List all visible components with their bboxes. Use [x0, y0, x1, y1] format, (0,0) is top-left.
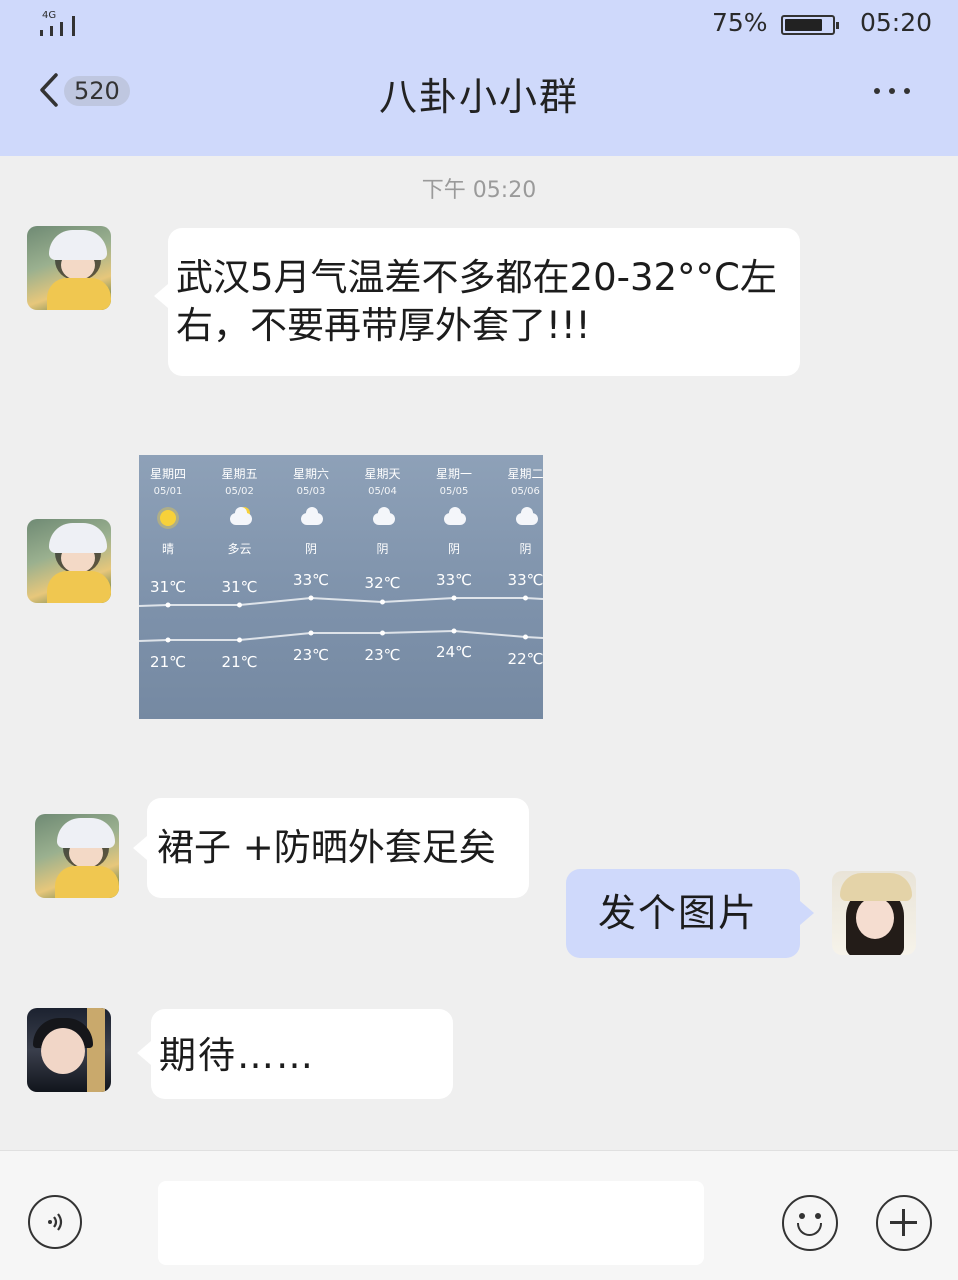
forecast-condition: 阴	[519, 542, 532, 556]
avatar[interactable]	[27, 1008, 111, 1092]
chat-title: 八卦小小群	[378, 75, 579, 119]
forecast-low-temp: 23℃	[364, 646, 401, 664]
header: 4G 75% 05:20 520 八卦小小群	[0, 0, 958, 156]
forecast-condition: 阴	[304, 542, 317, 556]
forecast-date: 05/01	[153, 486, 183, 497]
add-button[interactable]	[876, 1195, 932, 1251]
my-avatar[interactable]	[832, 871, 916, 955]
forecast-low-temp: 24℃	[436, 643, 472, 661]
forecast-weekday: 星期六	[292, 467, 329, 481]
forecast-condition: 晴	[161, 542, 174, 556]
message-timestamp: 下午 05:20	[421, 178, 537, 203]
forecast-weekday: 星期一	[435, 467, 472, 481]
forecast-date: 05/05	[439, 486, 469, 497]
battery-percent: 75%	[712, 8, 768, 37]
high-temp-line-point	[237, 602, 242, 608]
message-bubble[interactable]: 武汉5月气温差不多都在20-32°°C左右，不要再带厚外套了!!!	[154, 228, 800, 376]
low-temp-line-point	[523, 634, 528, 640]
message-bubble[interactable]: 裙子 +防晒外套足矣	[133, 798, 529, 898]
high-temp-line-point	[523, 595, 528, 601]
forecast-weekday: 星期五	[221, 467, 258, 481]
forecast-low-temp: 23℃	[293, 646, 329, 664]
more-options-button[interactable]	[870, 74, 914, 104]
forecast-weekday: 星期四	[149, 467, 186, 481]
low-temp-line-point	[380, 630, 385, 636]
high-temp-line-point	[380, 599, 385, 605]
forecast-high-temp: 33℃	[507, 571, 543, 589]
high-temp-line-point	[308, 595, 314, 601]
forecast-low-temp: 21℃	[150, 653, 186, 671]
cloud-icon	[299, 507, 323, 527]
emoji-button[interactable]	[782, 1195, 838, 1251]
forecast-date: 05/02	[225, 486, 254, 497]
forecast-high-temp: 33℃	[293, 571, 329, 589]
forecast-date: 05/06	[511, 486, 540, 497]
message-text: 期待……	[159, 1034, 315, 1077]
signal-icon: 4G	[36, 10, 84, 36]
nav-bar: 520 八卦小小群	[0, 56, 958, 126]
low-temp-line-point	[308, 630, 314, 636]
network-type: 4G	[42, 10, 57, 21]
avatar[interactable]	[27, 519, 111, 603]
low-temp-line-point	[451, 628, 457, 634]
message-bubble[interactable]: 期待……	[137, 1009, 453, 1099]
forecast-condition: 阴	[447, 542, 460, 556]
forecast-low-temp: 21℃	[221, 653, 258, 671]
low-temp-line	[139, 629, 543, 642]
forecast-high-temp: 32℃	[364, 574, 401, 592]
high-temp-line-point	[165, 602, 171, 608]
forecast-weekday: 星期二	[507, 467, 543, 481]
low-temp-line-point	[165, 637, 171, 643]
forecast-low-temp: 22℃	[507, 650, 543, 668]
message-text: 裙子 +防晒外套足矣	[157, 826, 496, 869]
status-bar: 4G 75% 05:20	[0, 6, 958, 37]
forecast-weekday: 星期天	[364, 467, 401, 481]
forecast-condition: 多云	[227, 542, 252, 556]
low-temp-line-point	[237, 637, 242, 643]
message-text: 发个图片	[598, 891, 759, 935]
forecast-date: 05/04	[368, 486, 397, 497]
cloud-icon	[514, 507, 538, 527]
sun-icon	[156, 509, 180, 527]
status-time: 05:20	[860, 8, 933, 37]
cloud-icon	[442, 507, 466, 527]
message-text: 武汉5月气温差不多都在20-32°°C左右，不要再带厚外套了!!!	[176, 256, 777, 347]
message-bubble[interactable]: 发个图片	[566, 869, 814, 958]
forecast-high-temp: 33℃	[436, 571, 472, 589]
high-temp-line-point	[451, 595, 457, 601]
voice-icon	[48, 1213, 63, 1231]
forecast-condition: 阴	[376, 542, 389, 556]
forecast-date: 05/03	[296, 486, 326, 497]
high-temp-line	[139, 596, 543, 607]
voice-button[interactable]	[28, 1195, 82, 1249]
partly-cloudy-icon	[228, 507, 252, 527]
forecast-high-temp: 31℃	[150, 578, 186, 596]
avatar[interactable]	[27, 226, 111, 310]
forecast-high-temp: 31℃	[221, 578, 258, 596]
weather-forecast-image[interactable]: 星期四 05/01 晴 31℃ 21℃ 星期五 05/02 多云 31℃ 21℃ 星期六 05/03 阴…	[139, 455, 543, 719]
message-input[interactable]	[158, 1181, 704, 1265]
cloud-icon	[371, 507, 395, 527]
avatar[interactable]	[35, 814, 119, 898]
battery-icon	[781, 15, 839, 35]
input-bar	[0, 1150, 958, 1280]
